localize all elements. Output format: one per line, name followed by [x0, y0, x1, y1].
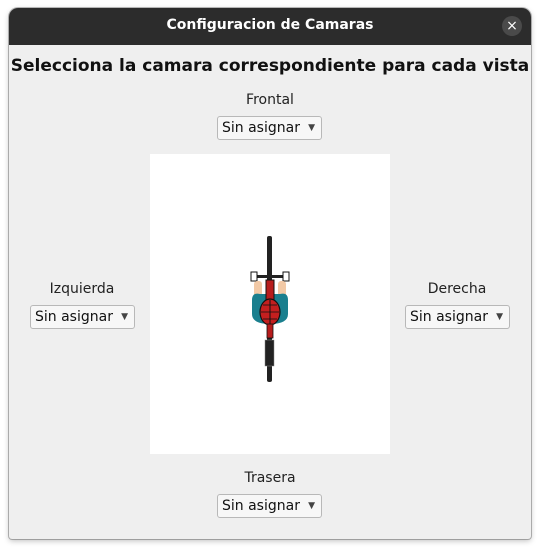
cyclist-preview [150, 154, 390, 454]
page-heading: Selecciona la camara correspondiente par… [10, 56, 530, 76]
left-camera-select[interactable]: Sin asignar ▼ [30, 305, 135, 329]
camera-config-window: Configuracion de Camaras × Selecciona la… [9, 8, 531, 539]
left-view-label: Izquierda [49, 281, 115, 297]
titlebar: Configuracion de Camaras × [9, 8, 531, 45]
chevron-down-icon: ▼ [308, 123, 315, 133]
window-title: Configuracion de Camaras [166, 17, 374, 33]
front-camera-select-value: Sin asignar [222, 120, 300, 136]
close-button[interactable]: × [502, 16, 522, 36]
left-camera-select-value: Sin asignar [35, 309, 113, 325]
right-view-label: Derecha [427, 281, 487, 297]
close-icon: × [506, 18, 518, 34]
chevron-down-icon: ▼ [308, 501, 315, 511]
chevron-down-icon: ▼ [496, 312, 503, 322]
right-camera-select-value: Sin asignar [410, 309, 488, 325]
rear-camera-select-value: Sin asignar [222, 498, 300, 514]
rear-view-label: Trasera [244, 470, 296, 486]
rear-camera-select[interactable]: Sin asignar ▼ [217, 494, 322, 518]
chevron-down-icon: ▼ [121, 312, 128, 322]
front-view-label: Frontal [246, 92, 294, 108]
front-camera-select[interactable]: Sin asignar ▼ [217, 116, 322, 140]
right-camera-select[interactable]: Sin asignar ▼ [405, 305, 510, 329]
cyclist-top-view-icon [250, 236, 290, 382]
